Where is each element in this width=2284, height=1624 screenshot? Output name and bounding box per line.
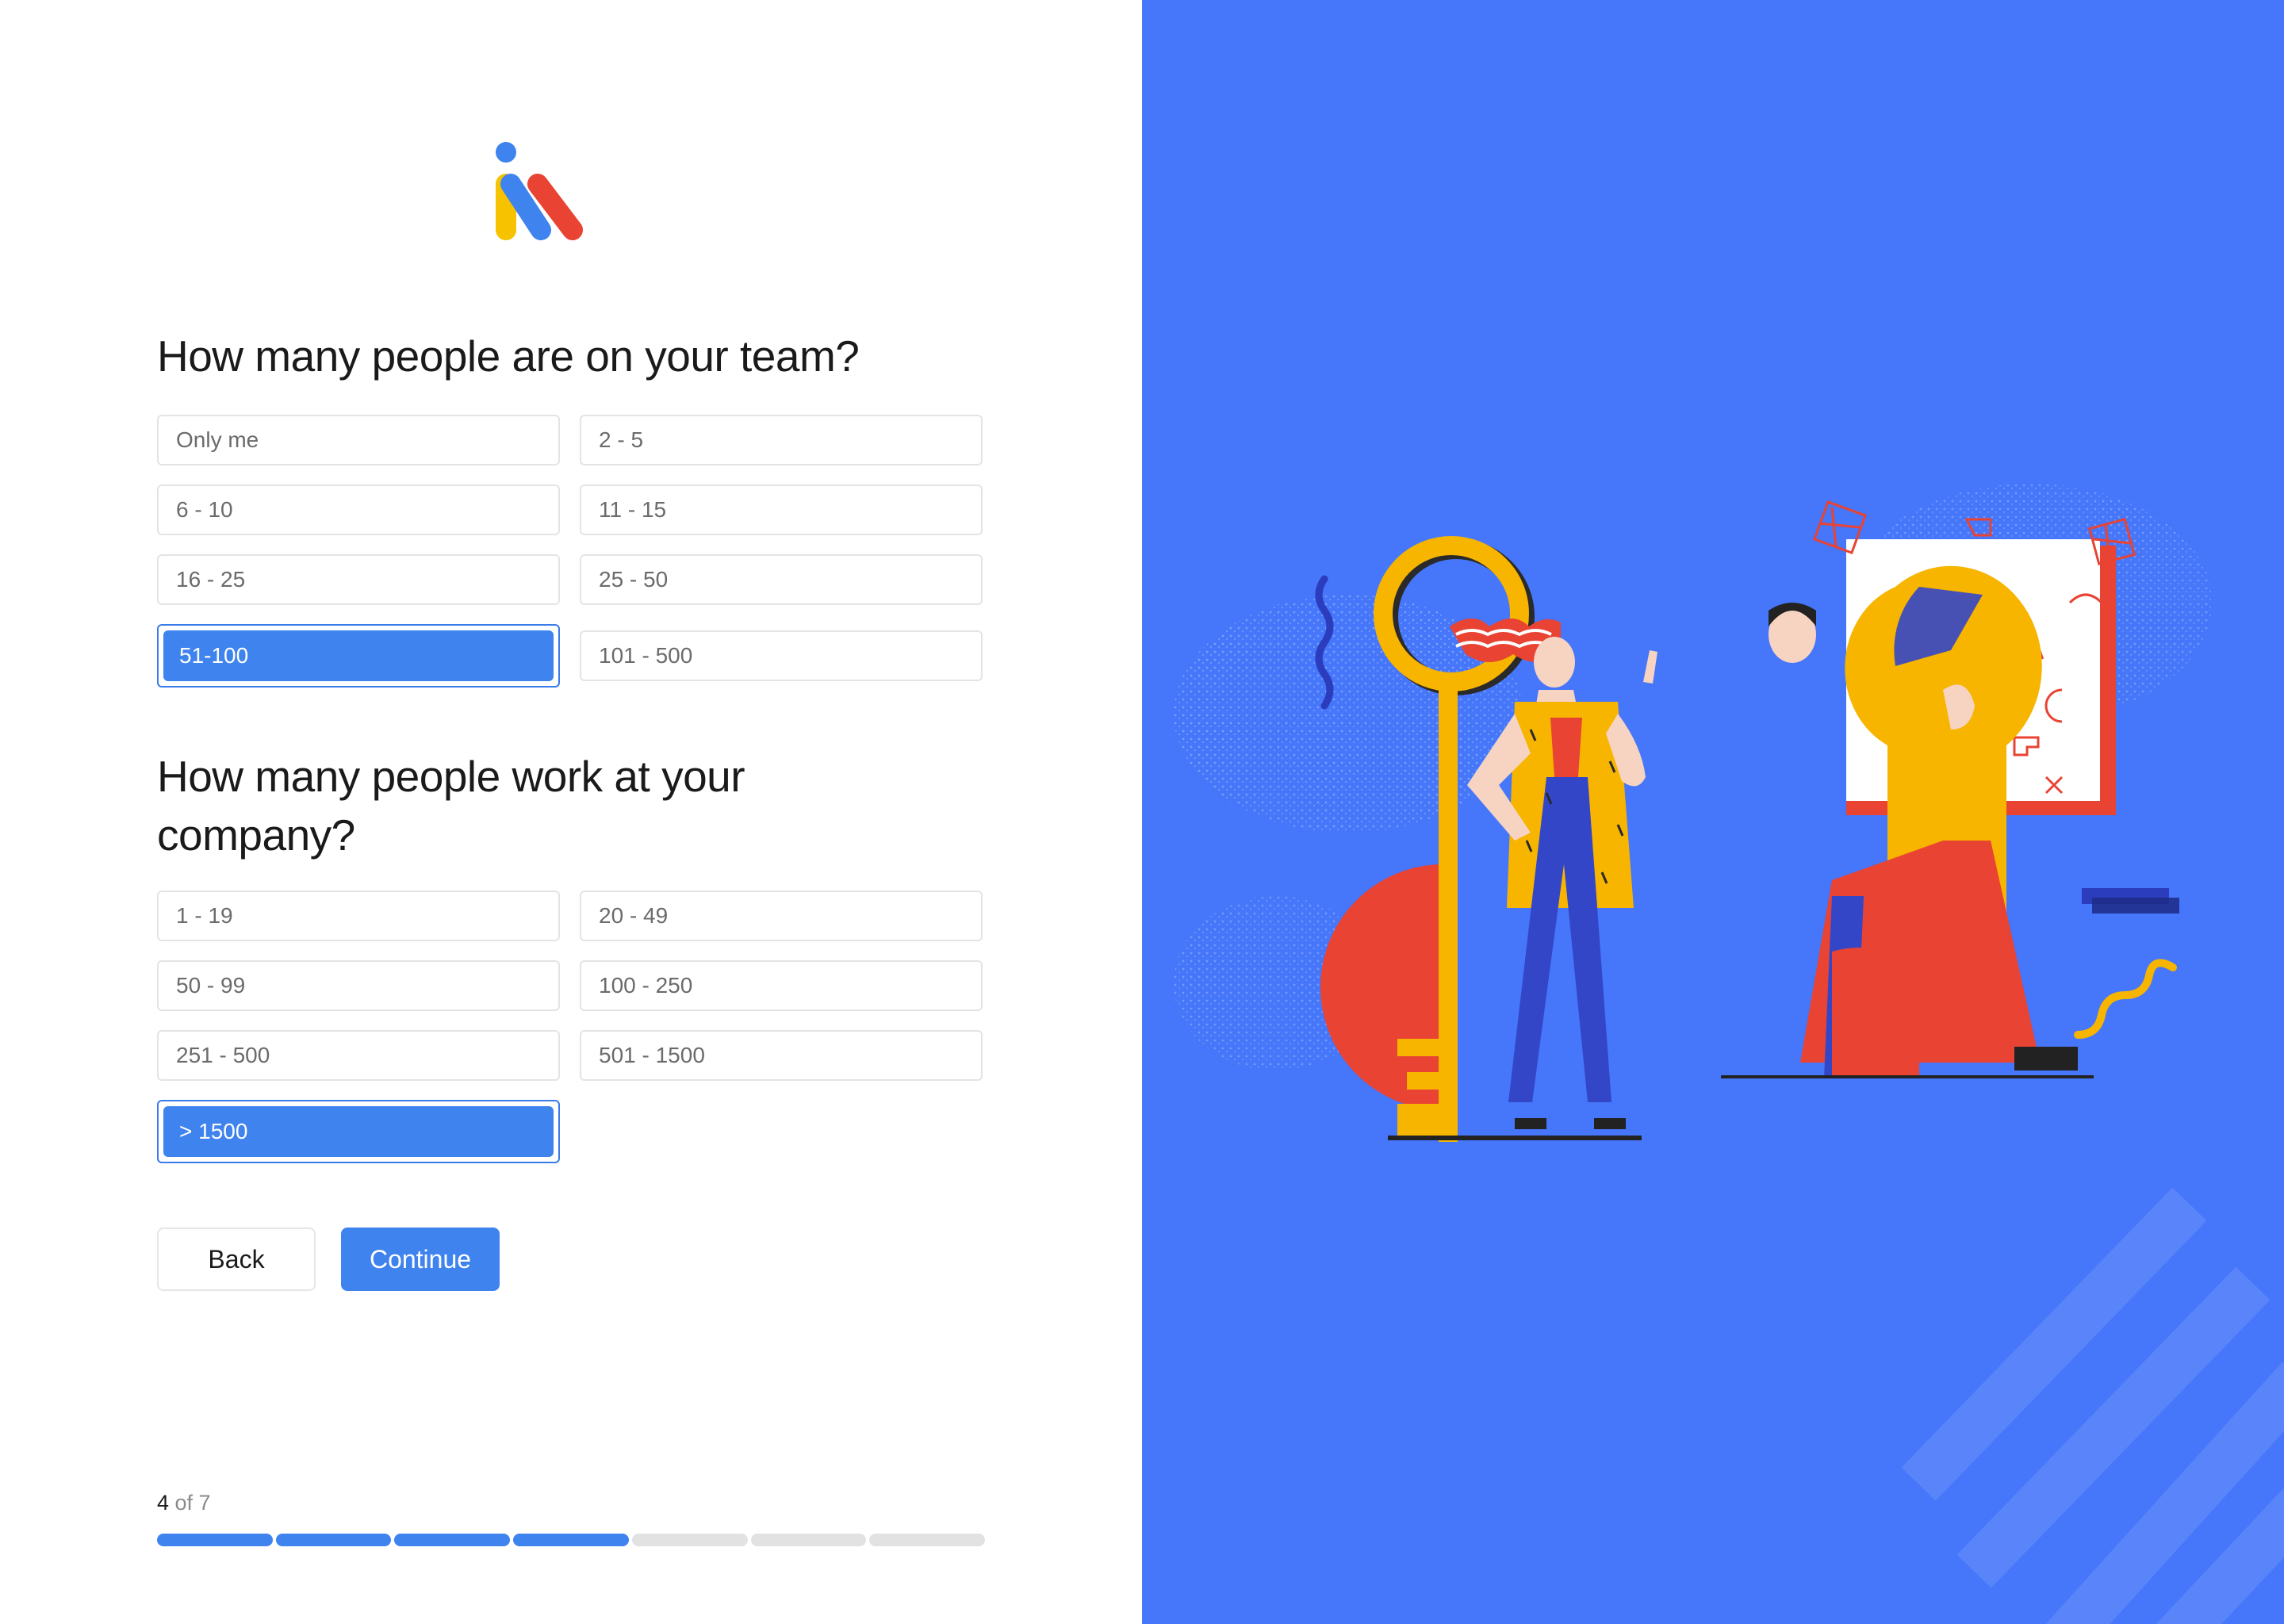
back-button[interactable]: Back: [157, 1228, 316, 1291]
team-option-51-100[interactable]: 51-100: [157, 624, 560, 688]
company-option-selected-label: > 1500: [163, 1106, 554, 1157]
company-option-100-250[interactable]: 100 - 250: [580, 960, 983, 1011]
team-option-16-25[interactable]: 16 - 25: [157, 554, 560, 605]
progress-bar: [157, 1534, 986, 1546]
company-option-50-99[interactable]: 50 - 99: [157, 960, 560, 1011]
illustration-panel: [1142, 0, 2284, 1624]
team-option-2-5[interactable]: 2 - 5: [580, 415, 983, 465]
progress-segment: [394, 1534, 511, 1546]
step-indicator: 4 of 7: [157, 1491, 211, 1515]
team-option-101-500[interactable]: 101 - 500: [580, 630, 983, 681]
team-option-selected-label: 51-100: [163, 630, 554, 681]
company-option-501-1500[interactable]: 501 - 1500: [580, 1030, 983, 1081]
progress-segment: [157, 1534, 273, 1546]
team-option-6-10[interactable]: 6 - 10: [157, 485, 560, 535]
progress-segment: [275, 1534, 392, 1546]
app-logo: [496, 142, 583, 240]
progress-segment: [513, 1534, 629, 1546]
team-option-25-50[interactable]: 25 - 50: [580, 554, 983, 605]
team-option-only-me[interactable]: Only me: [157, 415, 560, 465]
illustration: [1174, 484, 2284, 1624]
current-step: 4: [157, 1491, 170, 1515]
company-option-251-500[interactable]: 251 - 500: [157, 1030, 560, 1081]
step-total: of 7: [169, 1491, 211, 1515]
progress-segment: [869, 1534, 986, 1546]
company-option-1500-plus[interactable]: > 1500: [157, 1100, 560, 1163]
form-panel: How many people are on your team? Only m…: [0, 0, 1142, 1624]
progress-segment: [631, 1534, 748, 1546]
company-option-20-49[interactable]: 20 - 49: [580, 891, 983, 941]
company-option-1-19[interactable]: 1 - 19: [157, 891, 560, 941]
team-option-11-15[interactable]: 11 - 15: [580, 485, 983, 535]
progress-segment: [750, 1534, 867, 1546]
team-size-question: How many people are on your team?: [157, 331, 860, 381]
company-size-question: How many people work at your company?: [157, 752, 745, 860]
continue-button[interactable]: Continue: [341, 1228, 500, 1291]
